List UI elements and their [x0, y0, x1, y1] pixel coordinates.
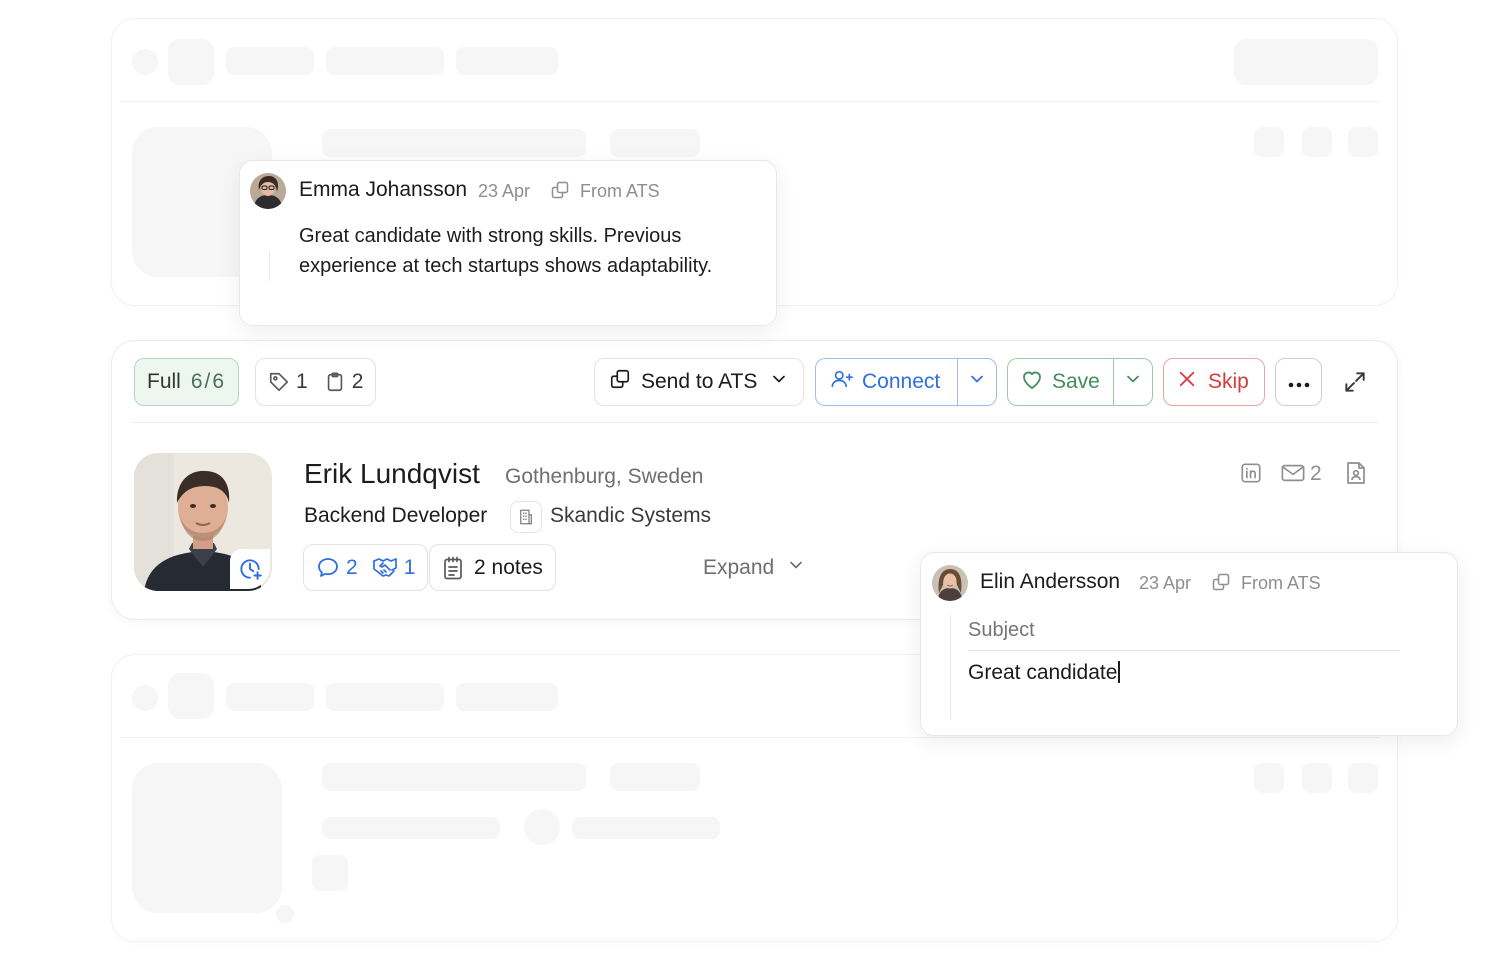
- copy-icon: [609, 368, 631, 396]
- skeleton-chip: [326, 683, 444, 711]
- skeleton-company-logo: [524, 809, 560, 845]
- tags-clipboard-chip[interactable]: 1 2: [255, 358, 377, 406]
- more-icon: [1288, 370, 1310, 394]
- send-to-ats-label: Send to ATS: [641, 370, 758, 393]
- skeleton-icon: [1302, 127, 1332, 157]
- avatar: [932, 565, 968, 601]
- more-button[interactable]: [1275, 358, 1322, 406]
- note-date: 23 Apr: [1139, 573, 1192, 593]
- subject-input[interactable]: [968, 611, 1400, 651]
- skeleton-avatar: [132, 763, 282, 913]
- copy-icon: [550, 180, 570, 205]
- note-source: From ATS: [1241, 573, 1321, 593]
- note-compose-popover: Elin Andersson 23 Apr From ATS Great can…: [920, 552, 1458, 736]
- expand-icon[interactable]: [1342, 369, 1368, 395]
- copy-icon: [1211, 572, 1231, 597]
- close-icon: [1178, 370, 1196, 394]
- clipboard-count: 2: [351, 370, 364, 393]
- skeleton-checkbox: [132, 685, 158, 711]
- note-thread-line: [950, 615, 951, 719]
- expand-button[interactable]: Expand: [703, 555, 806, 581]
- divider: [120, 737, 1380, 738]
- skeleton-icon: [1348, 763, 1378, 793]
- skeleton-button-group: [1234, 39, 1378, 85]
- connect-label: Connect: [862, 370, 941, 393]
- note-body: Great candidate with strong skills. Prev…: [299, 225, 713, 277]
- message-icon: [316, 556, 340, 580]
- save-label: Save: [1052, 370, 1100, 393]
- skeleton-name: [322, 763, 586, 791]
- chevron-down-icon: [769, 369, 789, 395]
- text-cursor: [1118, 661, 1120, 683]
- notes-label: 2 notes: [474, 555, 543, 579]
- skeleton-chip: [312, 855, 348, 891]
- skip-button[interactable]: Skip: [1163, 358, 1265, 406]
- notes-chip[interactable]: 2 notes: [429, 544, 556, 591]
- divider: [132, 422, 1378, 423]
- profile-completeness-chip[interactable]: Full 6/6: [134, 358, 240, 406]
- note-body-input[interactable]: Great candidate: [968, 661, 1120, 685]
- skeleton-checkbox: [132, 49, 158, 75]
- expand-label: Expand: [703, 556, 775, 579]
- skeleton-icon: [1254, 763, 1284, 793]
- skeleton-chip: [456, 683, 558, 711]
- note-author: Emma Johansson: [299, 178, 468, 201]
- add-user-icon: [830, 368, 854, 396]
- profile-count: 6/6: [190, 370, 227, 393]
- skeleton-location: [610, 763, 700, 791]
- skeleton-chip: [326, 47, 444, 75]
- email-count: 2: [1310, 462, 1322, 485]
- skeleton-chip: [226, 683, 314, 711]
- profile-label: Full: [147, 370, 181, 393]
- chevron-down-icon: [786, 555, 806, 581]
- email-icon[interactable]: [1281, 463, 1305, 488]
- skeleton-chip: [456, 47, 558, 75]
- heart-icon: [1020, 368, 1044, 396]
- skeleton-dot: [276, 905, 294, 923]
- avatar: [250, 173, 286, 209]
- company-name[interactable]: Skandic Systems: [550, 504, 711, 528]
- skeleton-title: [322, 817, 500, 839]
- handshake-count: 1: [403, 555, 416, 579]
- activity-chip[interactable]: 2 1: [303, 544, 429, 591]
- save-dropdown-button[interactable]: [1113, 358, 1153, 406]
- save-button[interactable]: Save: [1007, 358, 1113, 406]
- notepad-icon: [442, 556, 464, 580]
- tags-count: 1: [296, 370, 308, 393]
- connect-dropdown-button[interactable]: [957, 358, 997, 406]
- note-date: 23 Apr: [478, 181, 531, 201]
- skip-label: Skip: [1208, 370, 1249, 393]
- skeleton-chip: [168, 39, 214, 85]
- skeleton-icon: [1348, 127, 1378, 157]
- handshake-icon: [372, 557, 398, 579]
- messages-count: 2: [346, 555, 358, 579]
- candidate-title: Backend Developer: [304, 504, 488, 527]
- company-icon: [510, 501, 542, 533]
- note-body-text: Great candidate: [968, 661, 1118, 684]
- skeleton-icon: [1254, 127, 1284, 157]
- note-source: From ATS: [580, 181, 660, 201]
- clipboard-icon: [324, 371, 346, 393]
- connect-button[interactable]: Connect: [815, 358, 957, 406]
- send-to-ats-button[interactable]: Send to ATS: [594, 358, 804, 406]
- divider: [120, 101, 1380, 102]
- linkedin-icon[interactable]: [1240, 462, 1262, 489]
- skeleton-name: [322, 129, 586, 157]
- skeleton-company: [572, 817, 720, 839]
- note-popover-emma: Emma Johansson 23 Apr From ATS Great can…: [239, 160, 777, 326]
- resume-icon[interactable]: [1345, 461, 1367, 490]
- skeleton-chip: [226, 47, 314, 75]
- note-thread-line: [269, 251, 270, 281]
- chevron-down-icon: [967, 369, 987, 395]
- skeleton-location: [610, 129, 700, 157]
- candidate-name[interactable]: Erik Lundqvist: [304, 458, 480, 490]
- tag-icon: [268, 371, 290, 393]
- skeleton-chip: [168, 673, 214, 719]
- chevron-down-icon: [1123, 369, 1143, 395]
- candidate-location: Gothenburg, Sweden: [505, 465, 704, 488]
- note-author: Elin Andersson: [980, 570, 1121, 593]
- skeleton-icon: [1302, 763, 1332, 793]
